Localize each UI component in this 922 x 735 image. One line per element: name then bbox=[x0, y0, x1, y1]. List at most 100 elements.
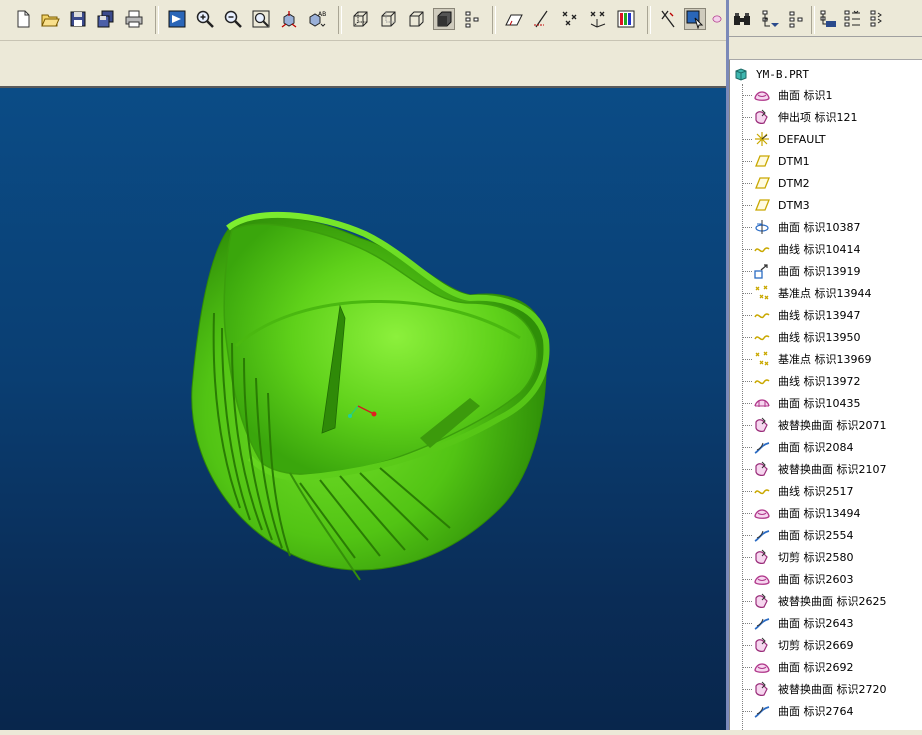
context-help-icon[interactable] bbox=[657, 8, 679, 30]
tree-connector-line bbox=[742, 424, 752, 426]
tree-connector-line bbox=[742, 468, 752, 470]
show-icon[interactable] bbox=[817, 8, 839, 30]
tree-connector-line bbox=[742, 644, 752, 646]
tree-item-2625[interactable]: 被替换曲面 标识2625 bbox=[742, 590, 922, 612]
tree-item-label: 曲线 标识10414 bbox=[778, 243, 861, 256]
tree-item-1[interactable]: 曲面 标识1 bbox=[742, 84, 922, 106]
filter-icon[interactable] bbox=[759, 8, 781, 30]
tree-item-default[interactable]: DEFAULT bbox=[742, 128, 922, 150]
tree-item-13972[interactable]: 曲线 标识13972 bbox=[742, 370, 922, 392]
tree-item-label: DTM3 bbox=[778, 198, 810, 212]
tree-item-label: 被替换曲面 标识2625 bbox=[778, 595, 887, 608]
tree-item-13950[interactable]: 曲线 标识13950 bbox=[742, 326, 922, 348]
model-tree-header bbox=[729, 37, 922, 60]
surface-icon bbox=[753, 570, 771, 588]
datum-point-icon bbox=[753, 350, 771, 368]
tree-item-1[interactable]: DTM1 bbox=[742, 150, 922, 172]
tree-item-2084[interactable]: 曲面 标识2084 bbox=[742, 436, 922, 458]
open-icon[interactable] bbox=[39, 8, 61, 30]
tree-item-2580[interactable]: 切剪 标识2580 bbox=[742, 546, 922, 568]
zoom-out-icon[interactable] bbox=[222, 8, 244, 30]
replaced-surface-icon bbox=[753, 680, 771, 698]
extrude-surface-icon bbox=[753, 262, 771, 280]
tree-connector-line bbox=[742, 358, 752, 360]
tree-item-2764[interactable]: 曲面 标识2764 bbox=[742, 700, 922, 722]
tree-item-2[interactable]: DTM2 bbox=[742, 172, 922, 194]
select-icon[interactable] bbox=[684, 8, 706, 30]
toolbar-separator bbox=[155, 6, 159, 34]
tree-connector-line bbox=[742, 380, 752, 382]
expand-icon[interactable] bbox=[841, 8, 863, 30]
shading-icon[interactable] bbox=[433, 8, 455, 30]
tree-item-label: 曲面 标识2084 bbox=[778, 441, 854, 454]
tree-item-2071[interactable]: 被替换曲面 标识2071 bbox=[742, 414, 922, 436]
tree-connector-line bbox=[742, 116, 752, 118]
print-icon[interactable] bbox=[123, 8, 145, 30]
new-icon[interactable] bbox=[12, 8, 34, 30]
tree-item-10387[interactable]: 曲面 标识10387 bbox=[742, 216, 922, 238]
tree-root-item[interactable]: YM-B.PRT bbox=[734, 64, 809, 84]
csys-icon bbox=[753, 130, 771, 148]
reorient-icon[interactable] bbox=[278, 8, 300, 30]
tree-item-10414[interactable]: 曲线 标识10414 bbox=[742, 238, 922, 260]
tree-item-2517[interactable]: 曲线 标识2517 bbox=[742, 480, 922, 502]
datum-plane-icon bbox=[753, 196, 771, 214]
tree-item-2720[interactable]: 被替换曲面 标识2720 bbox=[742, 678, 922, 700]
tree-item-label: 被替换曲面 标识2071 bbox=[778, 419, 887, 432]
tree-connector-line bbox=[742, 710, 752, 712]
feature-icon[interactable] bbox=[710, 8, 724, 30]
tree-connector-line bbox=[742, 402, 752, 404]
coordinate-systems-icon[interactable] bbox=[587, 8, 609, 30]
tree-item-13969[interactable]: 基准点 标识13969 bbox=[742, 348, 922, 370]
tree-connector-line bbox=[742, 204, 752, 206]
tree-connector-line bbox=[742, 556, 752, 558]
tree-item-label: 曲面 标识13919 bbox=[778, 265, 861, 278]
tree-item-2107[interactable]: 被替换曲面 标识2107 bbox=[742, 458, 922, 480]
tree-item-10435[interactable]: 曲面 标识10435 bbox=[742, 392, 922, 414]
tree-connector-line bbox=[742, 314, 752, 316]
tree-item-121[interactable]: 伸出项 标识121 bbox=[742, 106, 922, 128]
appearance-icon[interactable] bbox=[615, 8, 637, 30]
tree-item-2554[interactable]: 曲面 标识2554 bbox=[742, 524, 922, 546]
saved-views-icon[interactable]: AB bbox=[306, 8, 328, 30]
zoom-in-icon[interactable] bbox=[194, 8, 216, 30]
model-tree[interactable]: YM-B.PRT 曲面 标识1 伸出项 标识121 DEFAULT DTM1 DTM2 D… bbox=[729, 60, 922, 730]
tree-item-13947[interactable]: 曲线 标识13947 bbox=[742, 304, 922, 326]
refit-icon[interactable] bbox=[250, 8, 272, 30]
tree-connector-line bbox=[742, 490, 752, 492]
tree-item-label: 曲面 标识10387 bbox=[778, 221, 861, 234]
tree-item-13919[interactable]: 曲面 标识13919 bbox=[742, 260, 922, 282]
find-icon[interactable] bbox=[731, 8, 753, 30]
model-tree-toolbar bbox=[729, 0, 922, 37]
tree-item-13494[interactable]: 曲面 标识13494 bbox=[742, 502, 922, 524]
tree-columns-icon[interactable] bbox=[785, 8, 807, 30]
tree-item-3[interactable]: DTM3 bbox=[742, 194, 922, 216]
datum-plane-icon bbox=[753, 152, 771, 170]
graphics-window[interactable] bbox=[0, 86, 726, 730]
cut-icon bbox=[753, 548, 771, 566]
surface-icon bbox=[753, 86, 771, 104]
save-copy-icon[interactable] bbox=[95, 8, 117, 30]
tree-item-label: 曲面 标识2764 bbox=[778, 705, 854, 718]
redraw-icon[interactable] bbox=[166, 8, 188, 30]
tree-item-2603[interactable]: 曲面 标识2603 bbox=[742, 568, 922, 590]
tree-item-2669[interactable]: 切剪 标识2669 bbox=[742, 634, 922, 656]
tree-item-label: 切剪 标识2669 bbox=[778, 639, 854, 652]
tree-item-13944[interactable]: 基准点 标识13944 bbox=[742, 282, 922, 304]
tree-item-label: 曲面 标识10435 bbox=[778, 397, 861, 410]
datum-axes-icon[interactable] bbox=[531, 8, 553, 30]
datum-plane-icon bbox=[753, 174, 771, 192]
model-view[interactable] bbox=[0, 88, 726, 732]
tree-item-2692[interactable]: 曲面 标识2692 bbox=[742, 656, 922, 678]
wireframe-icon[interactable] bbox=[349, 8, 371, 30]
tree-item-label: DEFAULT bbox=[778, 132, 826, 146]
collapse-icon[interactable] bbox=[867, 8, 889, 30]
model-tree-toggle-icon[interactable] bbox=[461, 8, 483, 30]
tree-item-2643[interactable]: 曲面 标识2643 bbox=[742, 612, 922, 634]
hidden-line-icon[interactable] bbox=[377, 8, 399, 30]
sweep-surface-icon bbox=[753, 614, 771, 632]
datum-points-icon[interactable] bbox=[559, 8, 581, 30]
save-icon[interactable] bbox=[67, 8, 89, 30]
no-hidden-icon[interactable] bbox=[405, 8, 427, 30]
datum-planes-icon[interactable] bbox=[503, 8, 525, 30]
